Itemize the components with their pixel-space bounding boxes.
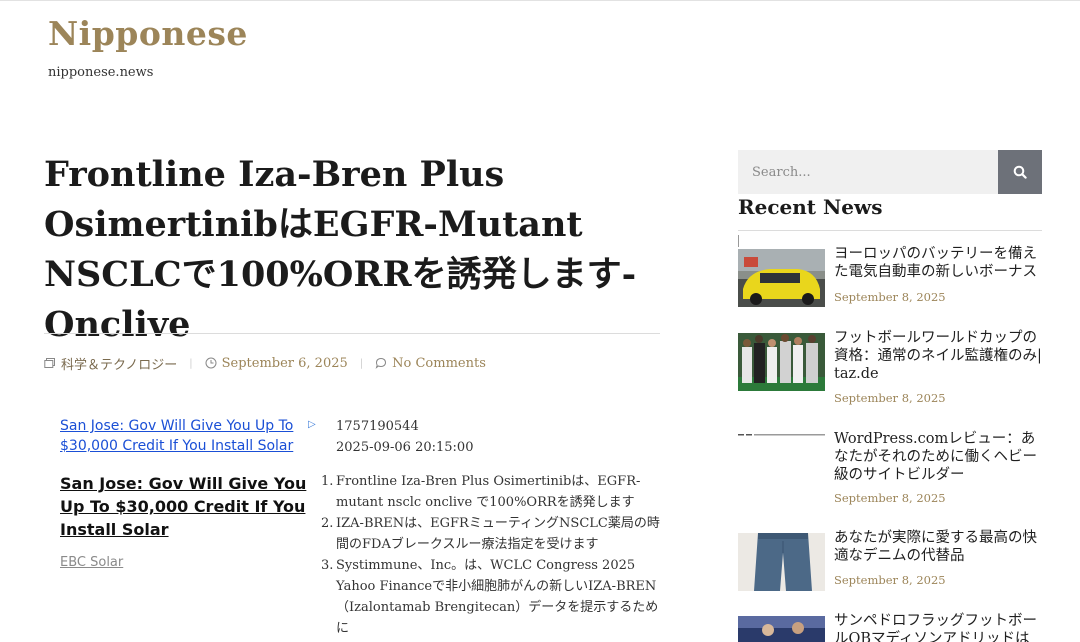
list-item: 3. Systimmune、Inc。は、WCLC Congress 2025 Y… [321,555,666,639]
recent-divider [738,230,1042,231]
ad-headline-link[interactable]: San Jose: Gov Will Give You Up To $30,00… [60,472,324,541]
news-date: September 8, 2025 [834,391,946,405]
article-timestamp: 2025-09-06 20:15:00 [336,440,474,455]
ad-choices-icon[interactable]: ▷ [308,419,316,430]
list-item: 2. IZA-BRENは、EGFRミューティングNSCLC薬局の時間のFDAブレ… [321,513,666,555]
list-item-text: IZA-BRENは、EGFRミューティングNSCLC薬局の時間のFDAブレークス… [336,516,660,552]
meta-category[interactable]: 科学＆テクノロジー [44,354,177,373]
list-item-text: Frontline Iza-Bren Plus Osimertinibは、EGF… [336,474,641,510]
clock-icon [205,357,217,369]
folder-icon [44,358,55,368]
list-item-text: Systimmune、Inc。は、WCLC Congress 2025 Yaho… [336,558,659,636]
divider-mark [738,235,739,247]
title-divider [44,333,660,334]
news-title-link[interactable]: ヨーロッパのバッテリーを備えた電気自動車の新しいボーナス [834,245,1044,281]
meta-date: September 6, 2025 [205,356,348,371]
news-title-link[interactable]: フットボールワールドカップの資格：通常のネイル監護権のみ| taz.de [834,329,1044,383]
news-title-link[interactable]: サンペドロフラッグフットボールQBマディソンアドリッドは [834,612,1044,642]
meta-separator: | [359,357,364,369]
news-thumbnail[interactable] [738,249,825,307]
news-date: September 8, 2025 [834,290,946,304]
news-title-link[interactable]: あなたが実際に愛する最高の快適なデニムの代替品 [834,529,1044,565]
news-title-link[interactable]: WordPress.comレビュー：あなたがそれのために働くヘビー級のサイトビル… [834,430,1044,484]
top-border [0,0,1080,1]
search-icon [1013,165,1027,179]
article-body: 1757190544 2025-09-06 20:15:00 1. Frontl… [321,416,666,639]
comments-link[interactable]: No Comments [392,356,486,371]
category-link[interactable]: 科学＆テクノロジー [61,354,177,373]
post-date: September 6, 2025 [221,355,348,371]
meta-comments[interactable]: No Comments [375,356,486,371]
news-thumbnail[interactable] [738,434,825,492]
news-date: September 8, 2025 [834,573,946,587]
recent-news-heading: Recent News [738,195,883,219]
news-date: September 8, 2025 [834,491,946,505]
post-meta: 科学＆テクノロジー | September 6, 2025 | No Comme… [44,353,486,373]
post-title: Frontline Iza-Bren Plus OsimertinibはEGFR… [44,154,637,345]
site-tagline: nipponese.news [48,65,154,80]
sponsored-ad: San Jose: Gov Will Give You Up To $30,00… [60,416,324,570]
ad-image-link[interactable]: San Jose: Gov Will Give You Up To $30,00… [60,416,300,456]
news-thumbnail[interactable] [738,333,825,391]
article-points-list: 1. Frontline Iza-Bren Plus Osimertinibは、… [321,471,666,639]
news-thumbnail[interactable] [738,616,825,642]
comment-icon [375,357,387,369]
sidebar-search [738,150,1042,194]
list-item: 1. Frontline Iza-Bren Plus Osimertinibは、… [321,471,666,513]
search-button[interactable] [998,150,1042,194]
news-thumbnail[interactable] [738,533,825,591]
search-input[interactable] [738,150,998,194]
meta-separator: | [189,357,193,369]
article-id: 1757190544 [336,419,419,434]
ad-source-link[interactable]: EBC Solar [60,555,324,570]
site-title[interactable]: Nipponese [48,14,248,53]
